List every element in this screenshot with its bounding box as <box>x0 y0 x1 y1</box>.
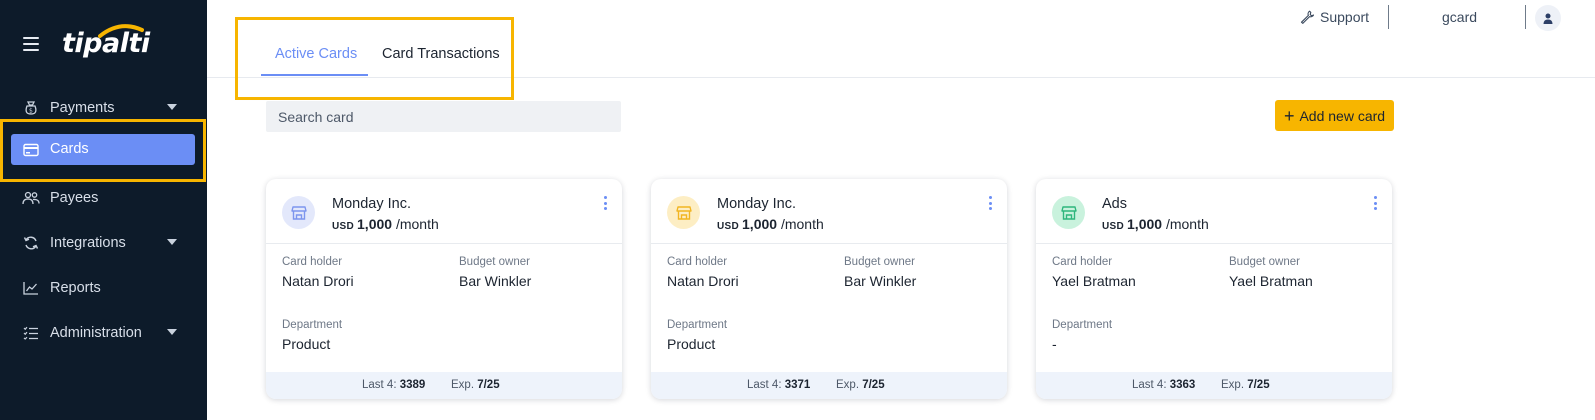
sidebar-item-label: Payees <box>50 189 99 206</box>
chart-line-icon <box>22 279 40 297</box>
department-label: Department <box>1052 319 1113 331</box>
budget-owner-value: Bar Winkler <box>844 273 917 289</box>
currency: USD <box>717 221 740 232</box>
card-holder-label: Card holder <box>667 256 728 268</box>
money-bag-icon: $ <box>22 99 40 117</box>
budget-owner-value: Bar Winkler <box>459 273 532 289</box>
chevron-down-icon <box>167 239 177 245</box>
card-header: Ads USD 1,000 /month <box>1036 179 1392 244</box>
sidebar-item-label: Payments <box>50 99 115 116</box>
active-tab-indicator <box>261 74 368 76</box>
currency: USD <box>332 221 355 232</box>
people-icon <box>22 189 40 207</box>
period: /month <box>1165 216 1209 232</box>
sidebar-item-integrations[interactable]: Integrations <box>0 220 207 265</box>
sidebar: tipalti $ Payments Cards Payees Integrat… <box>0 0 207 420</box>
last4: Last 4: 3389 <box>362 379 426 391</box>
avatar[interactable] <box>1535 5 1561 31</box>
top-bar: Active Cards Card Transactions <box>207 0 1595 78</box>
sidebar-item-label: Administration <box>50 324 142 341</box>
user-icon <box>1543 13 1553 24</box>
card-holder-label: Card holder <box>1052 256 1113 268</box>
sidebar-item-cards[interactable]: Cards <box>0 130 207 175</box>
kebab-menu-icon[interactable] <box>1370 195 1380 211</box>
store-icon <box>282 196 315 229</box>
expiry: Exp. 7/25 <box>451 379 500 391</box>
tab-card-transactions[interactable]: Card Transactions <box>382 46 500 62</box>
last4: Last 4: 3363 <box>1132 379 1196 391</box>
card-tile[interactable]: Monday Inc. USD 1,000 /month Card holder … <box>651 179 1007 399</box>
card-header: Monday Inc. USD 1,000 /month <box>651 179 1007 244</box>
sidebar-item-label: Integrations <box>50 234 126 251</box>
card-holder-value: Yael Bratman <box>1052 273 1136 289</box>
card-footer: Last 4: 3363 Exp. 7/25 <box>1036 372 1392 399</box>
sidebar-item-payments[interactable]: $ Payments <box>0 85 207 130</box>
expiry: Exp. 7/25 <box>836 379 885 391</box>
card-holder-label: Card holder <box>282 256 343 268</box>
support-label: Support <box>1320 9 1370 25</box>
card-budget: USD 1,000 /month <box>1102 216 1209 232</box>
wrench-icon <box>1300 10 1314 24</box>
budget-owner-label: Budget owner <box>1229 256 1300 268</box>
svg-text:$: $ <box>29 107 33 114</box>
card-tile[interactable]: Monday Inc. USD 1,000 /month Card holder … <box>266 179 622 399</box>
card-name: Monday Inc. <box>332 196 411 212</box>
support-link[interactable]: Support <box>1300 9 1369 25</box>
department-label: Department <box>282 319 343 331</box>
kebab-menu-icon[interactable] <box>985 195 995 211</box>
card-footer: Last 4: 3389 Exp. 7/25 <box>266 372 622 399</box>
logo: tipalti <box>62 24 162 64</box>
card-footer: Last 4: 3371 Exp. 7/25 <box>651 372 1007 399</box>
budget-owner-label: Budget owner <box>459 256 530 268</box>
store-icon <box>667 196 700 229</box>
tab-active-cards[interactable]: Active Cards <box>275 46 357 62</box>
card-name: Monday Inc. <box>717 196 796 212</box>
card-name: Ads <box>1102 196 1127 212</box>
period: /month <box>780 216 824 232</box>
currency: USD <box>1102 221 1125 232</box>
expiry: Exp. 7/25 <box>1221 379 1270 391</box>
card-holder-value: Natan Drori <box>667 273 739 289</box>
sidebar-item-payees[interactable]: Payees <box>0 175 207 220</box>
header-divider <box>1388 5 1389 29</box>
card-holder-value: Natan Drori <box>282 273 354 289</box>
search-input[interactable] <box>266 101 621 132</box>
card-budget: USD 1,000 /month <box>717 216 824 232</box>
hamburger-menu-icon[interactable] <box>23 37 39 51</box>
card-header: Monday Inc. USD 1,000 /month <box>266 179 622 244</box>
add-new-card-button[interactable]: + Add new card <box>1275 100 1394 131</box>
add-new-card-label: Add new card <box>1299 107 1386 124</box>
budget-owner-label: Budget owner <box>844 256 915 268</box>
sidebar-item-label: Cards <box>50 141 89 157</box>
card-tile[interactable]: Ads USD 1,000 /month Card holder Yael Bra… <box>1036 179 1392 399</box>
plus-icon: + <box>1283 105 1295 126</box>
sidebar-item-label: Reports <box>50 279 101 296</box>
list-check-icon <box>22 324 40 342</box>
department-value: Product <box>667 336 716 352</box>
department-value: - <box>1052 336 1057 352</box>
budget-owner-value: Yael Bratman <box>1229 273 1313 289</box>
chevron-down-icon <box>167 329 177 335</box>
header-divider <box>1525 5 1526 29</box>
department-value: Product <box>282 336 331 352</box>
last4: Last 4: 3371 <box>747 379 811 391</box>
sidebar-item-reports[interactable]: Reports <box>0 265 207 310</box>
sidebar-item-administration[interactable]: Administration <box>0 310 207 355</box>
kebab-menu-icon[interactable] <box>600 195 610 211</box>
logo-swoosh-icon <box>98 24 144 38</box>
chevron-down-icon <box>167 104 177 110</box>
user-name[interactable]: gcard <box>1442 9 1477 25</box>
amount: 1,000 <box>357 216 393 232</box>
card-budget: USD 1,000 /month <box>332 216 439 232</box>
credit-card-icon <box>22 141 40 159</box>
amount: 1,000 <box>742 216 778 232</box>
department-label: Department <box>667 319 728 331</box>
amount: 1,000 <box>1127 216 1163 232</box>
sync-icon <box>22 234 40 252</box>
sidebar-nav: $ Payments Cards Payees Integrations Rep… <box>0 85 207 355</box>
store-icon <box>1052 196 1085 229</box>
period: /month <box>395 216 439 232</box>
